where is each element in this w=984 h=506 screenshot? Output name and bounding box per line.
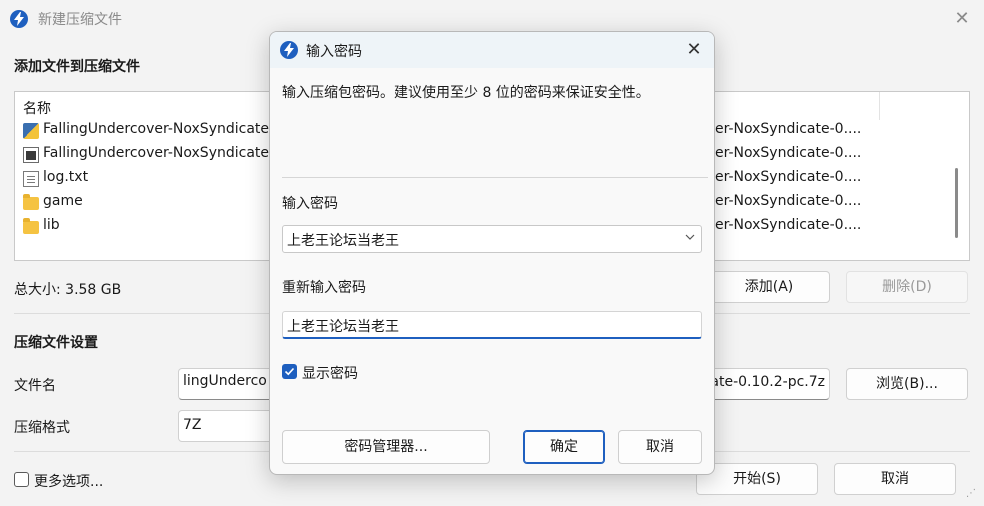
close-icon[interactable]: ✕	[682, 38, 706, 62]
file-path: er-NoxSyndicate-0....	[715, 193, 862, 209]
file-name: lib	[43, 217, 60, 233]
checkbox-icon[interactable]	[14, 472, 29, 487]
browse-button[interactable]: 浏览(B)...	[846, 368, 968, 400]
add-button[interactable]: 添加(A)	[708, 271, 830, 303]
password-dialog: 输入密码 ✕ 输入压缩包密码。建议使用至少 8 位的密码来保证安全性。 输入密码…	[269, 31, 715, 475]
column-header-name[interactable]: 名称	[23, 98, 51, 118]
dialog-titlebar: 输入密码 ✕	[270, 32, 714, 68]
file-name: log.txt	[43, 169, 89, 185]
cancel-button[interactable]: 取消	[834, 463, 956, 495]
folder-icon	[23, 218, 39, 234]
dialog-description: 输入压缩包密码。建议使用至少 8 位的密码来保证安全性。	[282, 85, 650, 101]
file-name: game	[43, 193, 83, 209]
chevron-down-icon[interactable]	[685, 232, 695, 242]
column-divider	[879, 92, 880, 120]
app-logo-icon	[280, 41, 298, 59]
format-label: 压缩格式	[14, 420, 70, 436]
filename-label: 文件名	[14, 378, 56, 394]
dialog-cancel-button[interactable]: 取消	[618, 430, 702, 464]
window-title: 新建压缩文件	[38, 12, 122, 28]
password-combobox[interactable]: 上老王论坛当老王	[282, 225, 702, 253]
file-path: er-NoxSyndicate-0....	[715, 145, 862, 161]
ok-button[interactable]: 确定	[523, 430, 605, 464]
show-password-label: 显示密码	[302, 366, 358, 382]
resize-grip-icon[interactable]: ⋰	[966, 488, 980, 502]
folder-icon	[23, 194, 39, 210]
divider	[282, 177, 708, 178]
file-name: FallingUndercover-NoxSyndicate	[43, 145, 270, 161]
close-icon[interactable]: ✕	[950, 8, 974, 30]
file-name: FallingUndercover-NoxSyndicate	[43, 121, 270, 137]
file-path: er-NoxSyndicate-0....	[715, 169, 862, 185]
password-value: 上老王论坛当老王	[287, 233, 399, 249]
text-file-icon	[23, 171, 39, 187]
checkmark-icon[interactable]	[282, 364, 297, 379]
password-label: 输入密码	[282, 196, 338, 212]
total-size-label: 总大小: 3.58 GB	[14, 282, 122, 298]
confirm-password-value: 上老王论坛当老王	[287, 319, 399, 335]
dialog-title: 输入密码	[306, 44, 362, 60]
file-path: er-NoxSyndicate-0....	[715, 217, 862, 233]
add-files-heading: 添加文件到压缩文件	[14, 59, 140, 75]
list-scrollbar[interactable]	[955, 168, 958, 238]
password-manager-button[interactable]: 密码管理器...	[282, 430, 490, 464]
confirm-password-field[interactable]: 上老王论坛当老王	[282, 311, 702, 339]
format-value: 7Z	[183, 417, 202, 433]
app-logo-icon	[10, 10, 28, 28]
python-file-icon	[23, 123, 39, 139]
delete-button[interactable]: 删除(D)	[846, 271, 968, 303]
archive-settings-heading: 压缩文件设置	[14, 335, 98, 351]
file-path: er-NoxSyndicate-0....	[715, 121, 862, 137]
executable-file-icon	[23, 147, 39, 163]
confirm-password-label: 重新输入密码	[282, 280, 366, 296]
filename-value-start: lingUnderco	[183, 373, 267, 389]
more-options-label: 更多选项...	[34, 474, 104, 490]
filename-value-end: ate-0.10.2-pc.7z	[710, 374, 825, 390]
